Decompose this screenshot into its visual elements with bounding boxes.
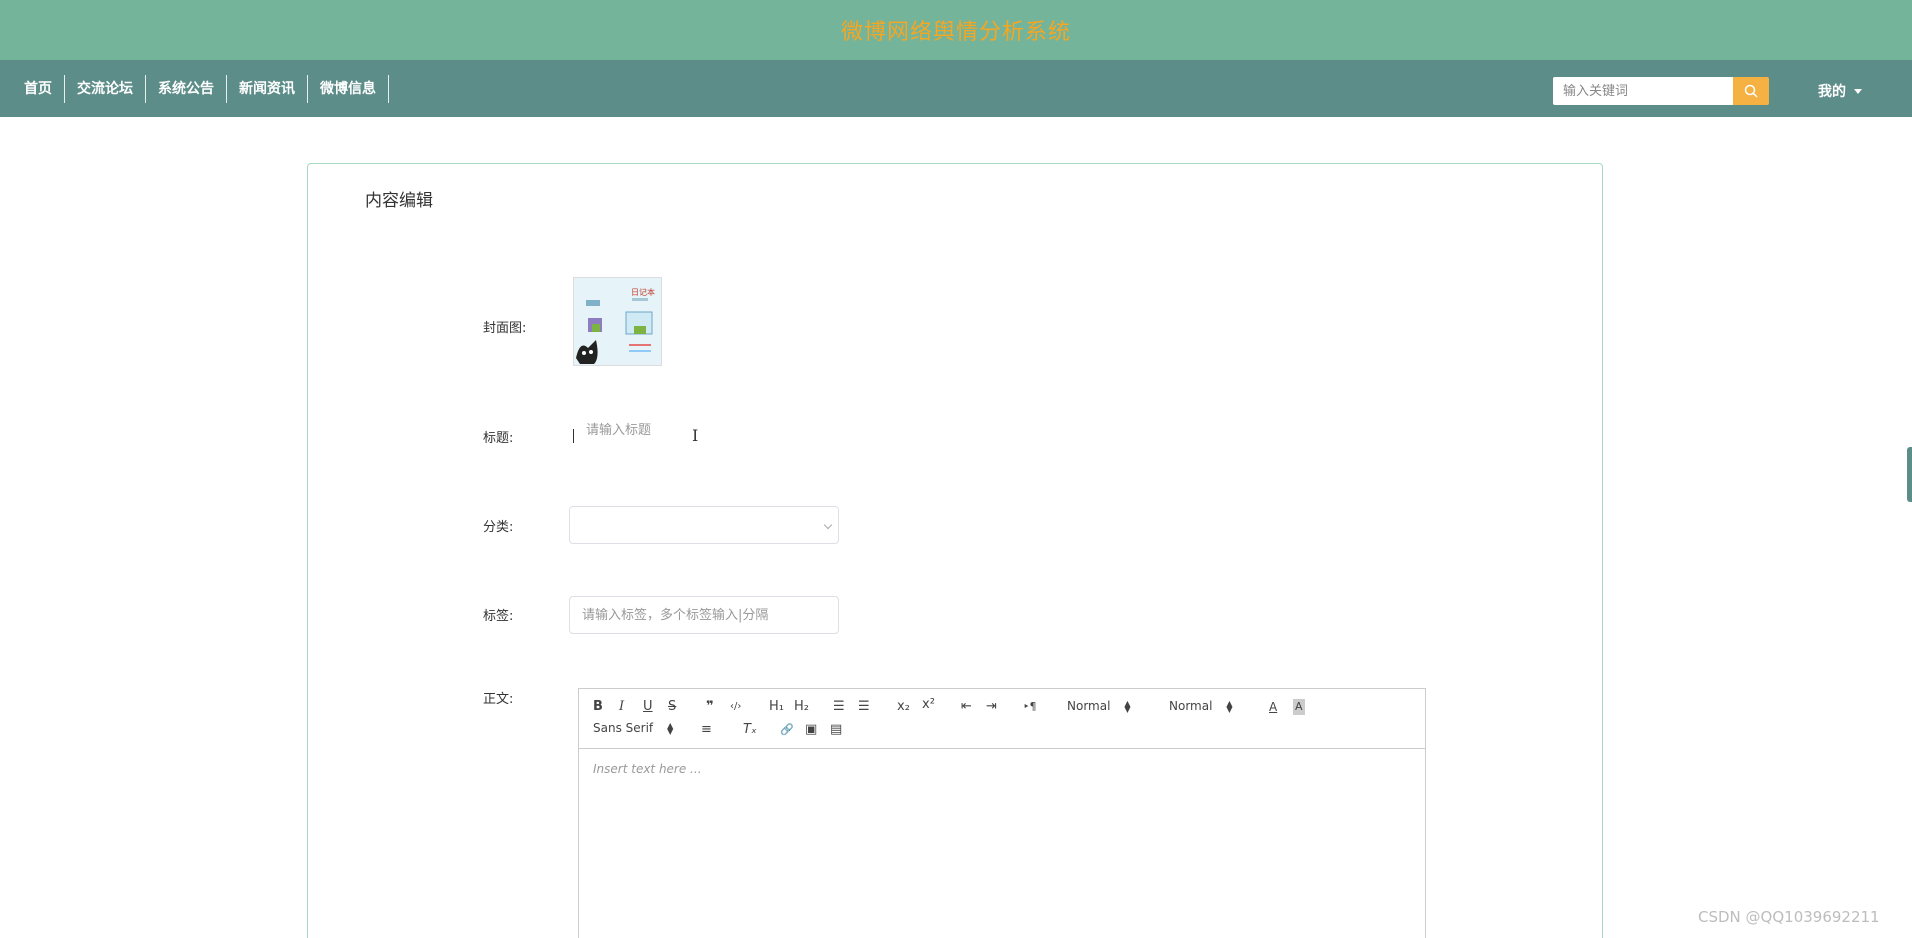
outdent-icon[interactable]: ⇤ [961, 699, 972, 715]
video-icon[interactable]: ▤ [830, 722, 842, 738]
strike-button[interactable]: S [668, 699, 676, 715]
nav-item-home[interactable]: 首页 [12, 75, 65, 103]
size-picker-label: Normal [1169, 699, 1213, 713]
subscript-button[interactable]: x₂ [897, 699, 910, 715]
italic-button[interactable]: I [619, 699, 624, 715]
up-down-arrows-icon: ▲ ▼ [1124, 698, 1131, 714]
nav-item-weibo[interactable]: 微博信息 [308, 75, 389, 103]
size-picker[interactable]: Normal ▲ ▼ [1169, 699, 1233, 713]
category-select[interactable] [569, 506, 839, 544]
bold-button[interactable]: B [593, 699, 603, 715]
content-edit-card: 内容编辑 封面图: 日记本 标题: I 分类: 标签: 正文: B [307, 163, 1603, 938]
ibeam-cursor-icon: I [692, 426, 699, 445]
tags-input[interactable] [569, 596, 839, 634]
clean-format-icon[interactable]: Tₓ [743, 722, 757, 738]
title-input[interactable] [574, 413, 834, 447]
font-picker[interactable]: Sans Serif ▲ ▼ [593, 721, 673, 735]
title-label: 标题: [483, 431, 514, 446]
h2-button[interactable]: H₂ [794, 699, 809, 715]
side-handle[interactable] [1907, 447, 1912, 502]
underline-button[interactable]: U [643, 699, 653, 715]
page-title: 内容编辑 [365, 191, 433, 211]
cover-thumbnail-icon: 日记本 [574, 278, 661, 365]
align-icon[interactable]: ≡ [701, 722, 712, 738]
font-picker-label: Sans Serif [593, 721, 654, 735]
body-label: 正文: [483, 692, 514, 707]
tags-label: 标签: [483, 609, 514, 624]
up-down-arrows-icon: ▲ ▼ [1226, 698, 1233, 714]
header-picker-label: Normal [1067, 699, 1111, 713]
h1-button[interactable]: H₁ [769, 699, 784, 715]
blockquote-button[interactable]: ❞ [706, 699, 714, 715]
bullet-list-icon[interactable]: ☰ [858, 699, 870, 715]
header-picker[interactable]: Normal ▲ ▼ [1067, 699, 1131, 713]
app-title: 微博网络舆情分析系统 [840, 20, 1071, 45]
caret-down-icon [1854, 88, 1862, 94]
ordered-list-icon[interactable]: ☰ [833, 699, 845, 715]
search-icon [1744, 84, 1758, 98]
watermark: CSDN @QQ1039692211 [1698, 908, 1880, 926]
cover-label: 封面图: [483, 321, 527, 336]
nav-item-forum[interactable]: 交流论坛 [65, 75, 146, 103]
editor-toolbar: B I U S ❞ ‹/› H₁ H₂ ☰ ☰ x₂ x² ⇤ ⇥ ‣¶ Nor… [579, 689, 1425, 749]
direction-icon[interactable]: ‣¶ [1023, 699, 1037, 715]
cover-image[interactable]: 日记本 [573, 277, 662, 366]
image-icon[interactable]: ▣ [805, 722, 817, 738]
code-button[interactable]: ‹/› [730, 699, 741, 715]
up-down-arrows-icon: ▲ ▼ [667, 720, 674, 736]
chevron-down-icon [823, 520, 833, 530]
editor-content-area[interactable]: Insert text here ... [579, 750, 1425, 938]
nav-item-news[interactable]: 新闻资讯 [227, 75, 308, 103]
svg-text:日记本: 日记本 [631, 287, 655, 297]
text-caret [573, 429, 574, 443]
user-menu-label: 我的 [1818, 84, 1846, 100]
top-header: 微博网络舆情分析系统 [0, 0, 1912, 60]
nav-item-announcements[interactable]: 系统公告 [146, 75, 227, 103]
editor-placeholder: Insert text here ... [593, 762, 702, 776]
superscript-button[interactable]: x² [922, 697, 935, 713]
background-color-icon[interactable]: A [1293, 699, 1305, 715]
user-menu[interactable]: 我的 [1818, 81, 1862, 101]
search-button[interactable] [1733, 77, 1769, 105]
rich-text-editor: B I U S ❞ ‹/› H₁ H₂ ☰ ☰ x₂ x² ⇤ ⇥ ‣¶ Nor… [578, 688, 1426, 938]
indent-icon[interactable]: ⇥ [986, 699, 997, 715]
link-icon[interactable]: 🔗 [780, 722, 794, 738]
category-label: 分类: [483, 520, 514, 535]
text-color-icon[interactable]: A [1269, 699, 1277, 715]
search-input[interactable] [1553, 77, 1733, 105]
nav-menu: 首页 交流论坛 系统公告 新闻资讯 微博信息 [12, 75, 389, 103]
